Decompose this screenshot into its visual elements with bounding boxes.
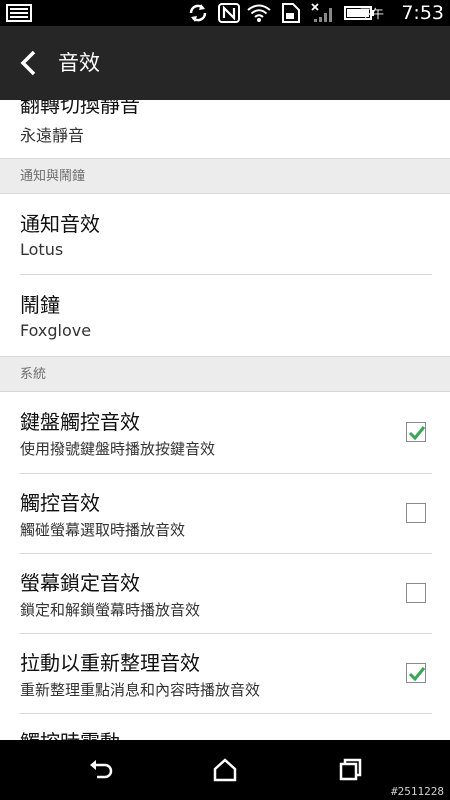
checkbox-unchecked[interactable] <box>406 583 426 603</box>
home-icon[interactable] <box>210 755 240 785</box>
checkbox-unchecked[interactable] <box>406 503 426 523</box>
item-title: 通知音效 <box>20 212 100 236</box>
checkmark-icon <box>408 426 426 441</box>
section-header-notifications: 通知與鬧鐘 <box>0 158 450 194</box>
settings-list[interactable]: 翻轉切換靜音 永遠靜音 通知與鬧鐘 通知音效 Lotus 鬧鐘 Foxglove… <box>0 100 450 740</box>
item-summary: 永遠靜音 <box>20 126 85 145</box>
item-title: 觸控時震動 <box>20 726 120 740</box>
item-title: 螢幕鎖定音效 <box>20 571 140 595</box>
list-item-keyboard-touch-sound[interactable]: 鍵盤觸控音效 使用撥號鍵盤時播放按鍵音效 <box>0 392 450 472</box>
checkbox-checked[interactable] <box>406 422 426 442</box>
checkmark-icon <box>408 667 426 682</box>
item-title: 鍵盤觸控音效 <box>20 410 140 434</box>
sim-card-icon <box>282 3 300 23</box>
item-summary: Lotus <box>20 240 64 259</box>
list-item-touch-sound[interactable]: 觸控音效 觸碰螢幕選取時播放音效 <box>0 473 450 553</box>
recent-apps-icon[interactable] <box>336 755 366 785</box>
checkbox-checked[interactable] <box>406 663 426 683</box>
list-item-flip-to-mute[interactable]: 翻轉切換靜音 永遠靜音 <box>0 100 450 156</box>
nfc-icon <box>218 3 240 23</box>
wifi-icon <box>247 4 271 22</box>
section-header-label: 系統 <box>20 367 47 382</box>
item-summary: 重新整理重點消息和內容時播放音效 <box>20 681 261 699</box>
status-bar: 下午 7:53 <box>0 0 450 26</box>
navigation-bar: #2511228 <box>0 740 450 800</box>
signal-icon <box>311 3 332 22</box>
item-title: 觸控音效 <box>20 491 100 515</box>
list-item-notification-sound[interactable]: 通知音效 Lotus <box>0 194 450 274</box>
list-item-vibrate-on-touch[interactable]: 觸控時震動 <box>0 714 450 740</box>
item-summary: 鎖定和解鎖螢幕時播放音效 <box>20 601 201 619</box>
item-title: 鬧鐘 <box>20 293 60 317</box>
action-bar: 音效 <box>0 26 450 100</box>
item-title: 拉動以重新整理音效 <box>20 651 200 675</box>
item-summary: Foxglove <box>20 321 92 340</box>
list-item-alarm[interactable]: 鬧鐘 Foxglove <box>0 275 450 355</box>
item-summary: 使用撥號鍵盤時播放按鍵音效 <box>20 440 216 458</box>
list-item-pull-to-refresh-sound[interactable]: 拉動以重新整理音效 重新整理重點消息和內容時播放音效 <box>0 633 450 713</box>
status-time: 7:53 <box>401 2 444 24</box>
sync-icon <box>189 4 207 22</box>
section-header-label: 通知與鬧鐘 <box>20 169 86 184</box>
list-item-screen-lock-sound[interactable]: 螢幕鎖定音效 鎖定和解鎖螢幕時播放音效 <box>0 553 450 633</box>
page-title: 音效 <box>58 51 100 75</box>
watermark: #2511228 <box>391 785 444 798</box>
status-ampm: 下午 <box>359 7 384 21</box>
back-arrow-icon[interactable] <box>86 755 116 785</box>
item-title: 翻轉切換靜音 <box>20 100 140 117</box>
section-header-system: 系統 <box>0 356 450 392</box>
chevron-left-icon[interactable] <box>14 48 44 78</box>
item-summary: 觸碰螢幕選取時播放音效 <box>20 521 186 539</box>
image-notification-icon <box>6 4 32 22</box>
